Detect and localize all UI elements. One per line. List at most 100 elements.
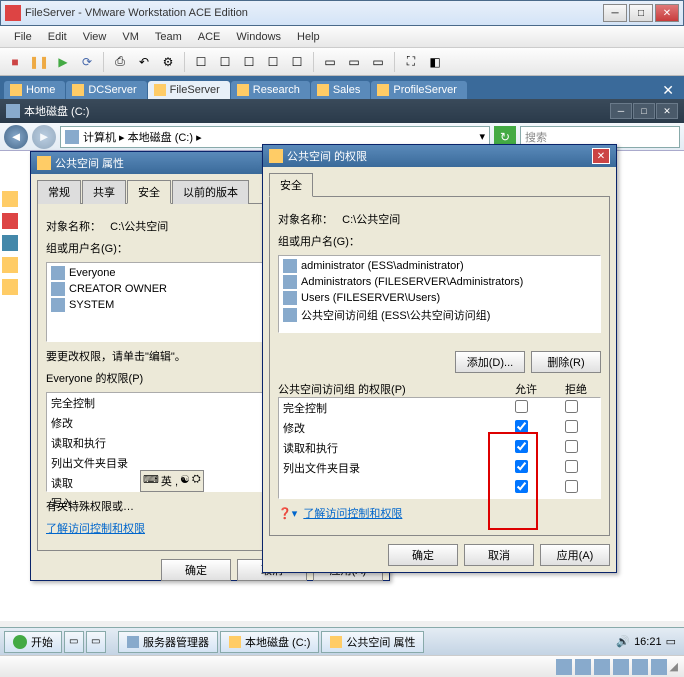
manage-icon[interactable]: ⚙	[157, 51, 179, 73]
allow-checkbox[interactable]	[515, 440, 528, 453]
tool-icon[interactable]: ☐	[238, 51, 260, 73]
ime-lang[interactable]: 英 ,	[161, 473, 178, 489]
device-icon[interactable]	[575, 659, 591, 675]
help-icon[interactable]: ❓▾	[278, 508, 297, 520]
close-tab-icon[interactable]: ✕	[656, 82, 680, 99]
tab-research[interactable]: Research	[231, 81, 310, 99]
deny-checkbox[interactable]	[565, 420, 578, 433]
tool-icon[interactable]: ☐	[286, 51, 308, 73]
ime-icon[interactable]: ⌨	[143, 473, 159, 489]
tab-profileserver[interactable]: ProfileServer	[371, 81, 467, 99]
tray-icon[interactable]: ▭	[666, 635, 676, 648]
menu-windows[interactable]: Windows	[228, 31, 289, 43]
allow-checkbox[interactable]	[515, 420, 528, 433]
group-icon	[283, 308, 297, 322]
explorer-close-button[interactable]: ✕	[656, 103, 678, 119]
tab-home[interactable]: Home	[4, 81, 65, 99]
forward-button[interactable]: ►	[32, 125, 56, 149]
unity-icon[interactable]: ◧	[424, 51, 446, 73]
allow-checkbox[interactable]	[515, 460, 528, 473]
tool-icon[interactable]: ☐	[214, 51, 236, 73]
add-button[interactable]: 添加(D)...	[455, 351, 525, 373]
quick-launch[interactable]: ▭	[64, 631, 84, 653]
menu-team[interactable]: Team	[147, 31, 190, 43]
resize-grip[interactable]: ◢	[670, 660, 678, 673]
tab-versions[interactable]: 以前的版本	[172, 180, 249, 204]
stop-icon[interactable]: ■	[4, 51, 26, 73]
tab-fileserver[interactable]: FileServer	[148, 81, 230, 99]
quick-launch[interactable]: ▭	[86, 631, 106, 653]
tool-icon[interactable]: ☐	[190, 51, 212, 73]
ime-toolbar[interactable]: ⌨ 英 , ☯ ⛭	[140, 470, 204, 492]
ime-icon[interactable]: ⛭	[192, 473, 201, 489]
explorer-max-button[interactable]: □	[633, 103, 655, 119]
close-button[interactable]: ✕	[655, 4, 679, 22]
device-icon[interactable]	[594, 659, 610, 675]
vm-icon	[317, 84, 329, 96]
ok-button[interactable]: 确定	[388, 544, 458, 566]
permissions-titlebar[interactable]: 公共空间 的权限 ✕	[263, 145, 616, 167]
apply-button[interactable]: 应用(A)	[540, 544, 610, 566]
ime-icon[interactable]: ☯	[180, 473, 190, 489]
explorer-min-button[interactable]: ─	[610, 103, 632, 119]
dropdown-icon[interactable]: ▾	[479, 130, 485, 143]
menu-vm[interactable]: VM	[114, 31, 147, 43]
folder-icon[interactable]	[2, 191, 18, 207]
minimize-button[interactable]: ─	[603, 4, 627, 22]
cancel-button[interactable]: 取消	[464, 544, 534, 566]
tab-sharing[interactable]: 共享	[82, 180, 126, 204]
view-icon[interactable]: ▭	[319, 51, 341, 73]
system-tray[interactable]: 🔊 16:21 ▭	[612, 635, 680, 648]
taskbar-item[interactable]: 本地磁盘 (C:)	[220, 631, 319, 653]
folder-icon[interactable]	[2, 235, 18, 251]
deny-checkbox[interactable]	[565, 400, 578, 413]
menu-help[interactable]: Help	[289, 31, 328, 43]
users-listbox[interactable]: administrator (ESS\administrator) Admini…	[278, 255, 601, 333]
device-icon[interactable]	[613, 659, 629, 675]
play-icon[interactable]: ▶	[52, 51, 74, 73]
device-icon[interactable]	[651, 659, 667, 675]
start-icon	[13, 635, 27, 649]
remove-button[interactable]: 删除(R)	[531, 351, 601, 373]
explorer-title: 本地磁盘 (C:)	[24, 103, 89, 119]
tab-dcserver[interactable]: DCServer	[66, 81, 146, 99]
pause-icon[interactable]: ❚❚	[28, 51, 50, 73]
tool-icon[interactable]: ☐	[262, 51, 284, 73]
view-icon[interactable]: ▭	[343, 51, 365, 73]
tab-sales[interactable]: Sales	[311, 81, 371, 99]
menu-file[interactable]: File	[6, 31, 40, 43]
tray-icon[interactable]: 🔊	[616, 635, 630, 648]
deny-checkbox[interactable]	[565, 480, 578, 493]
revert-icon[interactable]: ↶	[133, 51, 155, 73]
folder-icon[interactable]	[2, 279, 18, 295]
maximize-button[interactable]: □	[629, 4, 653, 22]
menu-edit[interactable]: Edit	[40, 31, 75, 43]
clock[interactable]: 16:21	[634, 636, 662, 648]
device-icon[interactable]	[556, 659, 572, 675]
folder-icon[interactable]	[2, 213, 18, 229]
access-control-link[interactable]: 了解访问控制和权限	[46, 523, 145, 535]
deny-checkbox[interactable]	[565, 460, 578, 473]
menu-view[interactable]: View	[75, 31, 115, 43]
menu-ace[interactable]: ACE	[190, 31, 229, 43]
snapshot-icon[interactable]: ⎙	[109, 51, 131, 73]
reset-icon[interactable]: ⟳	[76, 51, 98, 73]
dialog-close-button[interactable]: ✕	[592, 148, 610, 164]
device-icon[interactable]	[632, 659, 648, 675]
taskbar-item[interactable]: 公共空间 属性	[321, 631, 424, 653]
home-icon	[10, 84, 22, 96]
start-button[interactable]: 开始	[4, 631, 62, 653]
allow-checkbox[interactable]	[515, 480, 528, 493]
access-control-link[interactable]: 了解访问控制和权限	[303, 508, 402, 520]
tab-general[interactable]: 常规	[37, 180, 81, 204]
tab-security[interactable]: 安全	[269, 173, 313, 197]
taskbar-item[interactable]: 服务器管理器	[118, 631, 218, 653]
deny-checkbox[interactable]	[565, 440, 578, 453]
ok-button[interactable]: 确定	[161, 559, 231, 581]
fullscreen-icon[interactable]: ⛶	[400, 51, 422, 73]
view-icon[interactable]: ▭	[367, 51, 389, 73]
back-button[interactable]: ◄	[4, 125, 28, 149]
folder-icon[interactable]	[2, 257, 18, 273]
allow-checkbox[interactable]	[515, 400, 528, 413]
tab-security[interactable]: 安全	[127, 180, 171, 204]
